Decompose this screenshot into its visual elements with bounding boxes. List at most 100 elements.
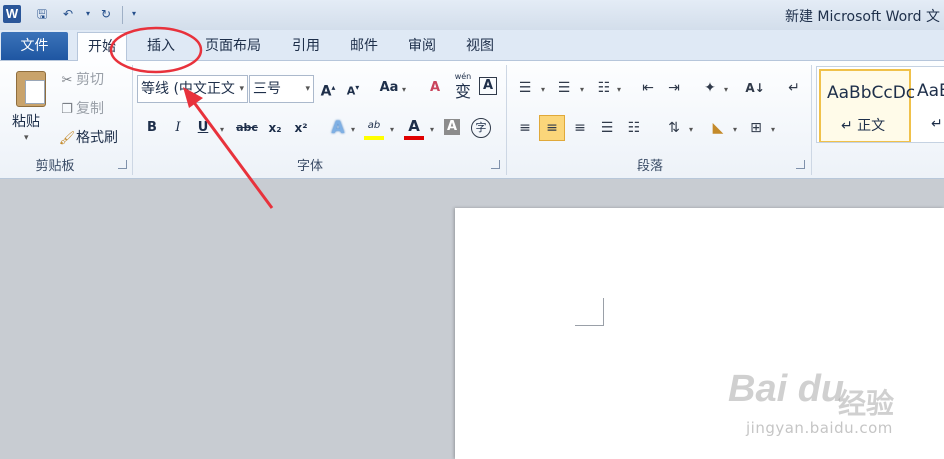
watermark-cn: 经验 <box>838 387 895 420</box>
character-shading-button[interactable]: A <box>444 119 460 135</box>
align-right-icon[interactable]: ≡ <box>569 117 591 139</box>
font-color-swatch <box>404 136 424 140</box>
save-icon[interactable]: 🖫 <box>34 6 50 22</box>
subscript-button[interactable]: x₂ <box>264 117 286 139</box>
decrease-indent-icon[interactable]: ⇤ <box>637 77 659 99</box>
style-sample: AaBl <box>917 81 944 101</box>
paste-icon[interactable] <box>16 71 46 107</box>
paste-button[interactable]: 粘贴 <box>12 111 40 131</box>
highlight-button[interactable]: ab <box>363 115 385 137</box>
numbering-icon[interactable]: ☰ <box>553 77 575 99</box>
style-name: ↵ 正文 <box>841 118 886 134</box>
copy-icon: ❐ <box>61 102 73 117</box>
tab-file[interactable]: 文件 <box>1 32 68 60</box>
enclose-characters-button[interactable]: 字 <box>471 118 491 138</box>
style-normal[interactable]: AaBbCcDc ↵ 正文 <box>819 69 915 142</box>
bold-button[interactable]: B <box>141 117 163 139</box>
chevron-down-icon[interactable]: ▾ <box>580 85 584 94</box>
clipboard-dialog-launcher[interactable] <box>118 160 127 169</box>
chevron-down-icon[interactable]: ▾ <box>541 85 545 94</box>
copy-button[interactable]: ❐ 复制 <box>58 99 104 119</box>
tab-home[interactable]: 开始 <box>77 32 127 62</box>
shading-bucket-icon[interactable]: ◣ <box>707 117 729 139</box>
watermark-brand: Bai du <box>728 368 845 410</box>
align-left-icon[interactable]: ≡ <box>514 117 536 139</box>
line-spacing-icon[interactable]: ⇅ <box>663 117 685 139</box>
superscript-button[interactable]: x² <box>290 117 312 139</box>
customize-quick-access-icon[interactable]: ▾ <box>126 6 142 22</box>
chinese-layout-icon[interactable]: ✦ <box>699 77 721 99</box>
chevron-down-icon[interactable]: ▾ <box>617 85 621 94</box>
word-app-icon[interactable]: W <box>3 5 21 23</box>
phonetic-guide-button[interactable]: wén 变 <box>451 71 475 103</box>
font-size-combo[interactable]: 三号 ▾ <box>249 75 314 103</box>
quick-access-separator <box>122 6 123 24</box>
borders-icon[interactable]: ⊞ <box>745 117 767 139</box>
align-center-icon[interactable]: ≡ <box>539 115 565 141</box>
chevron-down-icon[interactable]: ▾ <box>390 125 394 134</box>
tab-references[interactable]: 引用 <box>283 32 329 60</box>
ribbon-home: 粘贴 ▾ ✂ 剪切 ❐ 复制 🖌格式刷 剪贴板 等线 (中文正文 ▾ 三号 ▾ A▴… <box>0 61 944 179</box>
show-marks-icon[interactable]: ↵ <box>783 77 805 99</box>
chevron-down-icon[interactable]: ▾ <box>351 125 355 134</box>
format-painter-label: 格式刷 <box>76 130 118 146</box>
ribbon-tabs: 文件 开始 插入 页面布局 引用 邮件 审阅 视图 <box>0 30 944 62</box>
chevron-down-icon[interactable]: ▾ <box>689 125 693 134</box>
text-effect-button[interactable]: A <box>327 117 349 139</box>
chevron-down-icon: ▾ <box>239 84 244 94</box>
group-separator <box>506 65 507 175</box>
change-case-button[interactable]: Aa <box>378 77 400 99</box>
strikethrough-button[interactable]: abc <box>233 117 261 139</box>
scissors-icon: ✂ <box>61 73 73 88</box>
font-size-value: 三号 <box>253 81 281 97</box>
font-color-button[interactable]: A <box>403 115 425 137</box>
margin-corner-mark <box>603 298 604 325</box>
styles-gallery: AaBbCcDc ↵ 正文 AaBl ↵ 无 <box>816 66 944 143</box>
tab-review[interactable]: 审阅 <box>399 32 445 60</box>
cut-button[interactable]: ✂ 剪切 <box>58 70 104 90</box>
undo-icon[interactable]: ↶ <box>60 6 76 22</box>
justify-icon[interactable]: ☰ <box>596 117 618 139</box>
paragraph-dialog-launcher[interactable] <box>796 160 805 169</box>
sort-icon[interactable]: A↓ <box>744 77 766 99</box>
multilevel-list-icon[interactable]: ☷ <box>593 77 615 99</box>
grow-font-button[interactable]: A▴ <box>317 77 339 100</box>
shrink-font-icon: A <box>346 84 356 98</box>
style-sample: AaBbCcDc <box>827 83 916 103</box>
chevron-down-icon[interactable]: ▾ <box>724 85 728 94</box>
chevron-down-icon[interactable]: ▾ <box>402 85 406 94</box>
grow-font-icon: A <box>320 83 332 100</box>
tab-mailings[interactable]: 邮件 <box>341 32 387 60</box>
font-name-combo[interactable]: 等线 (中文正文 ▾ <box>137 75 248 103</box>
style-no-spacing[interactable]: AaBl ↵ 无 <box>911 69 944 139</box>
chevron-down-icon[interactable]: ▾ <box>733 125 737 134</box>
clipboard-group-label: 剪贴板 <box>35 159 75 174</box>
underline-button[interactable]: U <box>192 117 214 139</box>
chevron-down-icon: ▾ <box>305 84 310 94</box>
character-border-button[interactable]: A <box>479 77 497 95</box>
chevron-down-icon[interactable]: ▾ <box>430 125 434 134</box>
cut-label: 剪切 <box>76 72 104 88</box>
undo-dropdown-icon[interactable]: ▾ <box>80 6 96 22</box>
bullets-icon[interactable]: ☰ <box>514 77 536 99</box>
redo-icon[interactable]: ↻ <box>98 6 114 22</box>
tab-insert[interactable]: 插入 <box>138 32 184 60</box>
format-painter-button[interactable]: 🖌格式刷 <box>58 128 118 148</box>
group-separator <box>811 65 812 175</box>
watermark-url: jingyan.baidu.com <box>746 419 893 437</box>
clear-format-button[interactable]: A <box>424 77 446 99</box>
distributed-align-icon[interactable]: ☷ <box>623 117 645 139</box>
paragraph-group-label: 段落 <box>636 159 663 174</box>
chevron-down-icon[interactable]: ▾ <box>771 125 775 134</box>
font-dialog-launcher[interactable] <box>491 160 500 169</box>
chevron-down-icon[interactable]: ▾ <box>220 125 224 134</box>
style-name: ↵ 无 <box>931 116 944 132</box>
tab-page-layout[interactable]: 页面布局 <box>199 32 267 60</box>
group-separator <box>132 65 133 175</box>
tab-view[interactable]: 视图 <box>457 32 503 60</box>
paste-dropdown-icon[interactable]: ▾ <box>24 133 29 143</box>
shrink-font-button[interactable]: A▾ <box>342 77 364 99</box>
italic-button[interactable]: I <box>167 117 189 139</box>
increase-indent-icon[interactable]: ⇥ <box>663 77 685 99</box>
phonetic-char: 变 <box>454 82 471 101</box>
